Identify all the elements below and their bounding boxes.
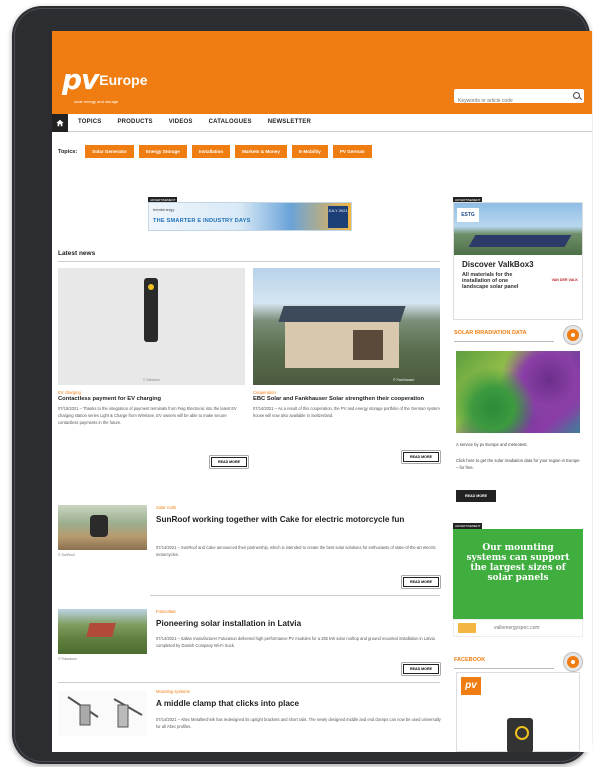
read-more-button[interactable]: READ MORE (403, 452, 439, 462)
ad-footer[interactable]: valkenergyspec.com (453, 619, 583, 637)
topic-pv-german[interactable]: PV German (332, 145, 372, 158)
topic-solar-generator[interactable]: Solar Generator (85, 145, 134, 158)
divider (58, 682, 440, 683)
sidebar-ad-valkbox[interactable]: ESTG Discover ValkBox3 All materials for… (453, 202, 583, 320)
ad-logo: ESTG (457, 208, 479, 222)
search-box (454, 89, 584, 108)
logo-pv: pv (62, 63, 99, 96)
home-icon (56, 119, 64, 127)
list-item-category[interactable]: Fotovoltaic (156, 609, 176, 614)
banner-ad[interactable]: trendenergy THE SMARTER E INDUSTRY DAYS … (148, 202, 352, 231)
topic-e-mobility[interactable]: E-Mobility (291, 145, 328, 158)
search-input[interactable] (454, 94, 566, 108)
topic-energy-storage[interactable]: Energy Storage (138, 145, 187, 158)
topic-markets-money[interactable]: Markets & Money (235, 145, 287, 158)
list-item-title[interactable]: SunRoof working together with Cake for e… (156, 514, 442, 526)
ad-brand-mark (458, 623, 476, 633)
list-item[interactable]: © Futurasun Fotovoltaic Pioneering solar… (58, 607, 442, 677)
news-card[interactable]: © Wirelane EV charging Contactless payme… (58, 268, 245, 426)
image-caption: © Wirelane (143, 378, 160, 382)
nav-products[interactable]: PRODUCTS (117, 119, 152, 125)
divider (150, 595, 440, 596)
topics-label: Topics: (58, 148, 78, 155)
news-card-text: 07/15/2021 – Thanks to the integration o… (58, 406, 237, 425)
ad-text: Our mounting systems can support the lar… (466, 543, 570, 583)
dot-icon (571, 333, 575, 337)
news-card-text: 07/14/2021 – As a result of this coopera… (253, 406, 440, 418)
topic-installation[interactable]: Installation (191, 145, 231, 158)
news-card-title[interactable]: EBC Solar and Fankhauser Solar strengthe… (253, 396, 440, 403)
ad-title: Discover ValkBox3 (462, 260, 534, 269)
tablet-screen: pvEurope solar energy and storage TOPICS… (52, 31, 592, 752)
facebook-feed[interactable]: pv (456, 672, 580, 752)
motorcycle-graphic (90, 515, 108, 537)
nav-topics[interactable]: TOPICS (78, 119, 101, 125)
news-card-title[interactable]: Contactless payment for EV charging (58, 396, 245, 403)
news-card-category[interactable]: EV charging (58, 390, 245, 395)
irradiation-caption: A service by pv Europe and meteotest. (456, 442, 528, 447)
list-item[interactable]: © SunRoof Solar roofs SunRoof working to… (58, 503, 442, 603)
site-header: pvEurope solar energy and storage (52, 31, 592, 114)
ad-brand: VAN DER VALK (551, 278, 578, 282)
topics-bar: Topics: Solar Generator Energy Storage I… (58, 145, 372, 158)
divider (454, 341, 554, 342)
irradiation-read-more-button[interactable]: READ MORE (456, 490, 496, 502)
news-card-category[interactable]: Cooperation (253, 390, 440, 395)
facebook-title: FACEBOOK (454, 657, 486, 663)
building-graphic (86, 623, 116, 637)
latest-news-title: Latest news (58, 250, 96, 257)
home-button[interactable] (52, 114, 68, 132)
tablet-frame: pvEurope solar energy and storage TOPICS… (12, 6, 592, 764)
solar-irradiation-title: SOLAR IRRADIATION DATA (454, 330, 527, 336)
image-caption: © SunRoof (58, 553, 75, 557)
search-icon[interactable] (573, 92, 580, 99)
sidebar-ad-mounting[interactable]: Our mounting systems can support the lar… (453, 529, 583, 619)
list-item[interactable]: Mounting systems A middle clamp that cli… (58, 687, 442, 752)
banner-date: JULY 2021 (328, 206, 348, 228)
list-item-thumbnail[interactable] (58, 691, 147, 736)
ad-text: All materials for the installation of on… (462, 272, 519, 290)
list-item-category[interactable]: Solar roofs (156, 505, 176, 510)
list-item-title[interactable]: A middle clamp that clicks into place (156, 698, 442, 710)
list-item-text: 07/14/2021 – Italian manufacturer Futura… (156, 636, 435, 648)
read-more-button[interactable]: READ MORE (403, 664, 439, 674)
dot-icon (571, 660, 575, 664)
divider (58, 261, 440, 262)
logo-tagline: solar energy and storage (74, 99, 119, 104)
product-graphic (507, 718, 533, 752)
banner-brand: trendenergy (153, 207, 175, 212)
divider (454, 668, 554, 669)
house-window-graphic (353, 330, 383, 360)
read-more-button[interactable]: READ MORE (211, 457, 247, 467)
list-item-thumbnail[interactable] (58, 609, 147, 654)
news-card-image[interactable]: © Wirelane (58, 268, 245, 385)
site-logo[interactable]: pvEurope solar energy and storage (62, 63, 148, 104)
news-card[interactable]: © Fankhauser Cooperation EBC Solar and F… (253, 268, 440, 419)
banner-text: THE SMARTER E INDUSTRY DAYS (153, 218, 251, 224)
solar-irradiation-map[interactable] (456, 351, 580, 433)
list-item-category[interactable]: Mounting systems (156, 689, 190, 694)
main-nav: TOPICS PRODUCTS VIDEOS CATALOGUES NEWSLE… (52, 114, 592, 132)
list-item-text: 07/14/2021 – SunRoof and Cake announced … (156, 545, 436, 557)
logo-europe: Europe (99, 72, 148, 88)
image-caption: © Fankhauser (393, 378, 415, 382)
news-card-image[interactable]: © Fankhauser (253, 268, 440, 385)
ad-url: valkenergyspec.com (494, 625, 540, 631)
nav-catalogues[interactable]: CATALOGUES (209, 119, 252, 125)
nav-videos[interactable]: VIDEOS (169, 119, 193, 125)
list-item-thumbnail[interactable] (58, 505, 147, 550)
solar-roof-graphic (278, 306, 406, 322)
list-item-title[interactable]: Pioneering solar installation in Latvia (156, 618, 442, 630)
nav-newsletter[interactable]: NEWSLETTER (268, 119, 311, 125)
irradiation-link-text[interactable]: Click here to get the solar irradiation … (456, 457, 582, 471)
widget-toggle-button[interactable] (564, 326, 582, 344)
read-more-button[interactable]: READ MORE (403, 577, 439, 587)
ev-charger-light (148, 284, 154, 290)
image-caption: © Futurasun (58, 657, 77, 661)
clamp-graphic (67, 696, 143, 728)
widget-toggle-button[interactable] (564, 653, 582, 671)
list-item-text: 07/14/2021 – Altec Metalltechnik has red… (156, 717, 441, 729)
solar-panel-graphic (468, 235, 572, 247)
facebook-page-logo: pv (461, 677, 481, 695)
